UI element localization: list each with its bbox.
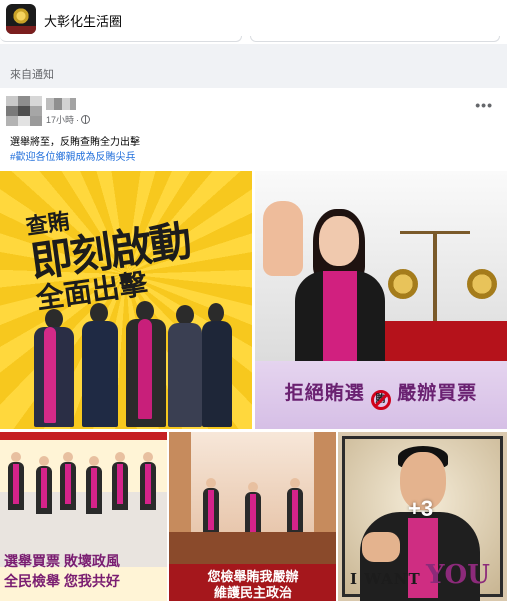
raised-hand bbox=[263, 201, 303, 276]
image-3-caption: 選舉買票 敗壞政風 全民檢舉 您我共好 bbox=[4, 553, 120, 589]
hashtag-link[interactable]: #歡迎各位鄉親成為反賄尖兵 bbox=[10, 148, 136, 163]
group-avatar[interactable] bbox=[6, 4, 36, 34]
post-image-5[interactable]: I WANT YOU +3 bbox=[338, 432, 507, 601]
previous-cards bbox=[0, 36, 507, 44]
feed-post: 17小時 · ••• 選舉將至，反賄查賄全力出擊 #歡迎各位鄉親成為反賄尖兵 查… bbox=[0, 88, 507, 601]
post-meta: 17小時 · bbox=[46, 113, 91, 126]
more-photos-count[interactable]: +3 bbox=[408, 496, 433, 522]
author-avatar[interactable] bbox=[6, 96, 42, 126]
group-name[interactable]: 大彰化生活圈 bbox=[44, 11, 122, 30]
post-image-3[interactable]: 選舉買票 敗壞政風 全民檢舉 您我共好 bbox=[0, 432, 167, 601]
post-image-1[interactable]: 查賄 即刻啟動 全面出擊 bbox=[0, 171, 252, 429]
image-4-caption: 您檢舉賄我嚴辦 維護民主政治 bbox=[207, 569, 299, 600]
section-label: 來自通知 bbox=[10, 69, 54, 81]
author-name-blurred[interactable] bbox=[46, 98, 76, 110]
no-bribery-icon: 賄 bbox=[371, 390, 391, 410]
post-time[interactable]: 17小時 bbox=[46, 113, 74, 126]
logo-emblem-icon bbox=[12, 7, 30, 25]
post-image-4[interactable]: 您檢舉賄我嚴辦 維護民主政治 bbox=[169, 432, 336, 601]
more-options-button[interactable]: ••• bbox=[475, 98, 493, 112]
image-2-caption: 拒絕賄選 賄 嚴辦買票 bbox=[255, 378, 507, 410]
post-text: 選舉將至，反賄查賄全力出擊 bbox=[10, 137, 140, 148]
globe-icon bbox=[81, 115, 91, 124]
post-image-2[interactable]: 拒絕賄選 賄 嚴辦買票 bbox=[255, 171, 507, 429]
